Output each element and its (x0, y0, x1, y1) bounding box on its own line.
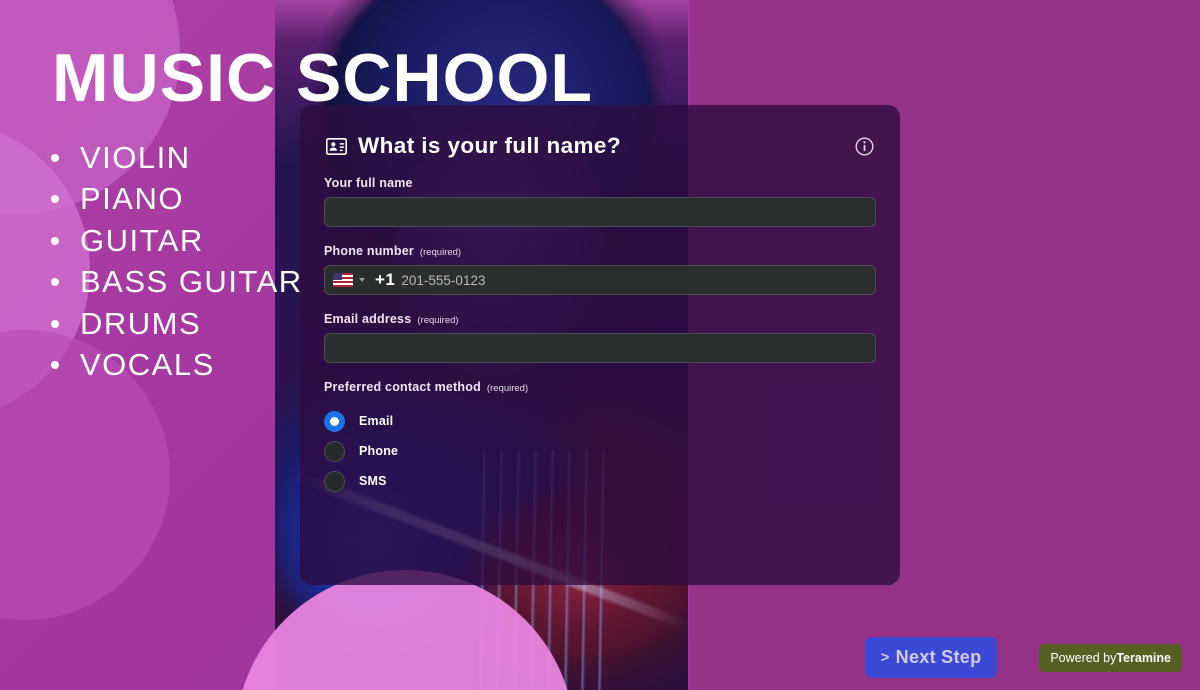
radio-option-phone[interactable]: Phone (324, 436, 876, 466)
email-label-row: Email address (required) (324, 312, 876, 326)
form-card-title-wrap: What is your full name? (326, 133, 621, 159)
powered-by-brand: Teramine (1116, 651, 1171, 665)
radio-button-sms[interactable] (324, 470, 345, 492)
contact-method-radio-group: Email Phone SMS (324, 406, 876, 496)
radio-option-sms[interactable]: SMS (324, 466, 876, 496)
full-name-label: Your full name (324, 176, 413, 190)
form-card: What is your full name? Your full name P… (300, 105, 900, 585)
phone-number-input[interactable] (401, 272, 867, 288)
radio-label-sms: SMS (359, 474, 387, 488)
contact-method-label: Preferred contact method (324, 380, 481, 394)
full-name-input[interactable] (324, 197, 876, 227)
radio-option-email[interactable]: Email (324, 406, 876, 436)
phone-required-note: (required) (419, 247, 462, 258)
next-step-label: Next Step (895, 647, 982, 667)
id-card-icon (326, 137, 347, 155)
full-name-label-row: Your full name (324, 176, 876, 190)
field-contact-method: Preferred contact method (required) Emai… (324, 380, 876, 496)
promo-title: MUSIC SCHOOL (52, 40, 593, 116)
phone-input-group: +1 (324, 265, 876, 295)
field-email-address: Email address (required) (324, 312, 876, 363)
radio-button-email[interactable] (324, 410, 345, 432)
phone-label: Phone number (324, 244, 414, 258)
email-input[interactable] (324, 333, 876, 363)
email-required-note: (required) (417, 315, 459, 326)
chevron-right-icon: > (880, 649, 890, 666)
us-flag-icon[interactable] (333, 273, 353, 287)
contact-method-required-note: (required) (486, 383, 529, 394)
contact-method-label-row: Preferred contact method (required) (324, 380, 876, 394)
powered-by-badge[interactable]: Powered by Teramine (1039, 644, 1182, 672)
powered-by-prefix: Powered by (1050, 651, 1117, 665)
field-phone-number: Phone number (required) +1 (324, 244, 876, 295)
form-card-title: What is your full name? (358, 133, 621, 158)
email-label: Email address (324, 312, 412, 326)
info-circle-icon[interactable] (855, 136, 874, 156)
field-full-name: Your full name (324, 176, 876, 227)
radio-button-phone[interactable] (324, 440, 345, 462)
next-step-button[interactable]: > Next Step (865, 637, 997, 678)
phone-dial-code: +1 (375, 270, 396, 289)
page-root: MUSIC SCHOOL VIOLIN PIANO GUITAR BASS GU… (0, 0, 1200, 690)
phone-label-row: Phone number (required) (324, 244, 876, 258)
chevron-down-icon[interactable] (359, 278, 365, 282)
form-card-header: What is your full name? (324, 129, 876, 159)
radio-label-phone: Phone (359, 444, 399, 458)
radio-label-email: Email (359, 414, 394, 428)
